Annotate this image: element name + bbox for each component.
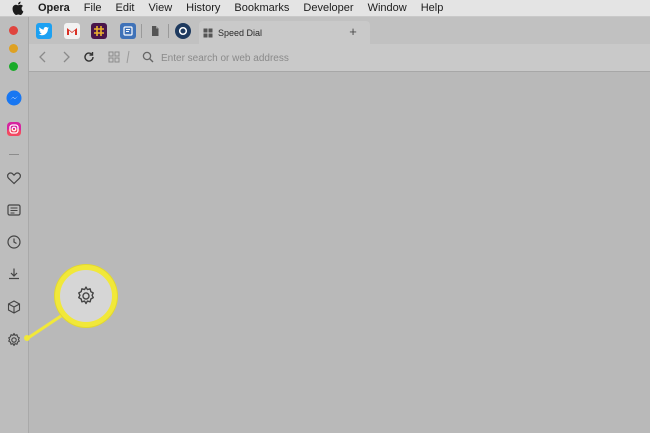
callout-dot xyxy=(24,335,30,341)
callout-pointer xyxy=(27,308,71,340)
settings-icon xyxy=(75,285,97,307)
settings-callout xyxy=(55,265,117,327)
